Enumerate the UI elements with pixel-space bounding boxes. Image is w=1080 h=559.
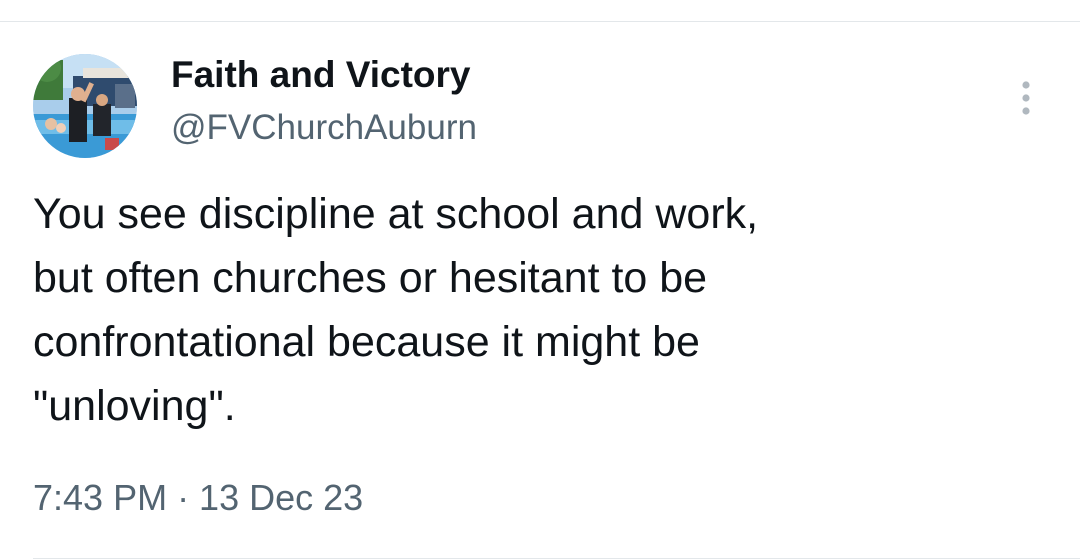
- tweet-timestamp[interactable]: 7:43 PM · 13 Dec 23: [33, 477, 363, 519]
- author-handle[interactable]: @FVChurchAuburn: [171, 108, 477, 148]
- avatar[interactable]: [33, 54, 137, 158]
- more-options-button[interactable]: [1008, 74, 1044, 120]
- tweet-card[interactable]: Faith and Victory @FVChurchAuburn You se…: [0, 22, 1080, 559]
- author-display-name[interactable]: Faith and Victory: [171, 54, 471, 96]
- tweet-text: You see discipline at school and work, b…: [33, 190, 759, 430]
- avatar-photo: [33, 54, 137, 158]
- more-vertical-icon: [1022, 81, 1030, 115]
